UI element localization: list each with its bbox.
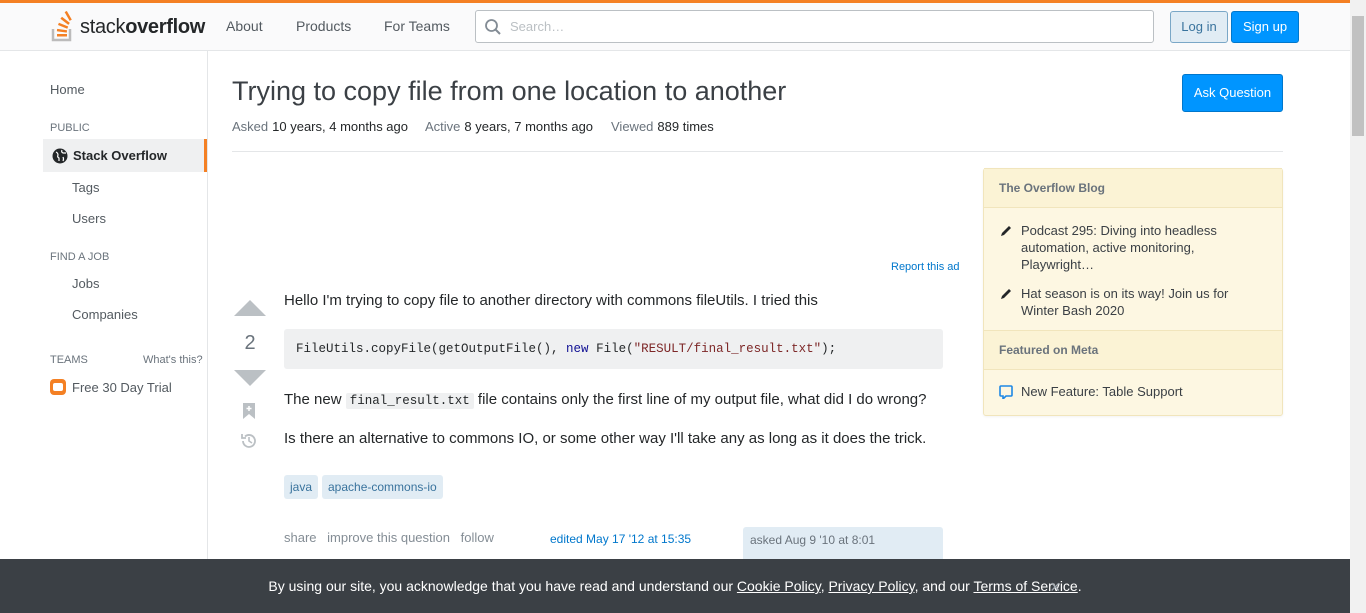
cookie-policy-link[interactable]: Cookie Policy — [737, 578, 821, 594]
logo[interactable]: stackoverflow — [50, 11, 205, 43]
bookmark-icon[interactable] — [243, 403, 255, 419]
blog-section-header: Featured on Meta — [984, 330, 1282, 370]
briefcase-icon — [50, 379, 66, 395]
blog-item[interactable]: Hat season is on its way! Join us for Wi… — [999, 285, 1269, 319]
active-value[interactable]: 8 years, 7 months ago — [464, 119, 593, 134]
signup-button[interactable]: Sign up — [1231, 11, 1299, 43]
vote-count: 2 — [244, 332, 256, 354]
improve-question-link[interactable]: improve this question — [327, 530, 450, 545]
viewed-value: 889 times — [657, 119, 714, 134]
sidebar-item-jobs[interactable]: Jobs — [72, 276, 99, 291]
cookie-banner: By using our site, you acknowledge that … — [0, 559, 1350, 613]
nav-products[interactable]: Products — [296, 18, 351, 34]
follow-link[interactable]: follow — [461, 530, 494, 545]
blog-section-header: The Overflow Blog — [984, 168, 1282, 208]
blog-item-label: Podcast 295: Diving into headless automa… — [1021, 223, 1217, 272]
meta-item-label: New Feature: Table Support — [1021, 384, 1183, 399]
ask-question-button[interactable]: Ask Question — [1182, 74, 1283, 112]
sidebar-item-users[interactable]: Users — [72, 211, 106, 226]
close-icon[interactable]: × — [1050, 577, 1061, 598]
sidebar-section-public: PUBLIC — [50, 122, 90, 134]
blog-item-label: Hat season is on its way! Join us for Wi… — [1021, 286, 1229, 318]
question-title[interactable]: Trying to copy file from one location to… — [232, 76, 786, 107]
privacy-policy-link[interactable]: Privacy Policy — [828, 578, 914, 594]
sidebar-item-home[interactable]: Home — [50, 82, 85, 97]
cookie-text: By using our site, you acknowledge that … — [268, 578, 1082, 594]
edited-link[interactable]: edited May 17 '12 at 15:35 — [550, 532, 691, 546]
sidebar-item-stack-overflow[interactable]: Stack Overflow — [43, 139, 207, 172]
search-box[interactable] — [475, 10, 1154, 43]
search-input[interactable] — [510, 19, 1110, 34]
pencil-icon — [1001, 289, 1011, 299]
left-sidebar: Home PUBLIC Stack Overflow Tags Users FI… — [0, 51, 208, 613]
asked-label: Asked — [232, 119, 269, 134]
page-scrollbar[interactable] — [1350, 0, 1366, 613]
upvote-arrow-icon[interactable] — [234, 300, 266, 316]
top-bar: stackoverflow About Products For Teams L… — [0, 0, 1350, 51]
inline-code: final_result.txt — [345, 393, 474, 409]
viewed-meta: Viewed 889 times — [611, 119, 714, 134]
sidebar-section-teams: TEAMS — [50, 354, 88, 366]
post-body-intro: Hello I'm trying to copy file to another… — [284, 292, 818, 309]
downvote-arrow-icon[interactable] — [234, 370, 266, 386]
post-body-paragraph: The new final_result.txt file contains o… — [284, 391, 927, 409]
pencil-icon — [1001, 226, 1011, 236]
overflow-blog-widget: The Overflow Blog Podcast 295: Diving in… — [983, 168, 1283, 416]
sidebar-item-tags[interactable]: Tags — [72, 180, 99, 195]
stack-overflow-logo-icon — [51, 11, 72, 42]
asked-meta: Asked 10 years, 4 months ago — [232, 119, 408, 134]
whats-this-link[interactable]: What's this? — [143, 354, 203, 366]
sidebar-section-find-job: FIND A JOB — [50, 251, 110, 263]
asked-value: 10 years, 4 months ago — [272, 119, 408, 134]
report-ad-link[interactable]: Report this ad — [891, 261, 959, 273]
sidebar-item-label: Stack Overflow — [73, 148, 167, 163]
scrollbar-thumb[interactable] — [1352, 16, 1364, 136]
share-link[interactable]: share — [284, 530, 317, 545]
active-label: Active — [425, 119, 461, 134]
sidebar-item-free-trial[interactable]: Free 30 Day Trial — [50, 379, 172, 395]
search-icon — [485, 18, 501, 35]
history-icon[interactable] — [240, 432, 258, 450]
sidebar-item-companies[interactable]: Companies — [72, 307, 138, 322]
tag-java[interactable]: java — [284, 475, 319, 499]
login-button[interactable]: Log in — [1170, 11, 1228, 43]
viewed-label: Viewed — [611, 119, 654, 134]
chat-bubble-icon — [999, 385, 1013, 399]
nav-about[interactable]: About — [226, 18, 263, 34]
active-meta: Active 8 years, 7 months ago — [425, 119, 593, 134]
post-body-paragraph: Is there an alternative to commons IO, o… — [284, 430, 927, 447]
meta-item[interactable]: New Feature: Table Support — [999, 383, 1269, 400]
nav-for-teams[interactable]: For Teams — [384, 18, 450, 34]
asked-time: asked Aug 9 '10 at 8:01 — [750, 533, 876, 547]
sidebar-item-label: Free 30 Day Trial — [72, 379, 172, 395]
blog-item[interactable]: Podcast 295: Diving into headless automa… — [999, 222, 1269, 273]
divider — [232, 151, 1283, 152]
code-block: FileUtils.copyFile(getOutputFile(), new … — [284, 329, 943, 369]
post-menu: share improve this question follow — [284, 530, 501, 545]
logo-text: stackoverflow — [80, 15, 206, 38]
globe-icon — [52, 148, 68, 163]
tag-apache-commons-io[interactable]: apache-commons-io — [322, 475, 443, 499]
terms-link[interactable]: Terms of Service — [973, 578, 1077, 594]
